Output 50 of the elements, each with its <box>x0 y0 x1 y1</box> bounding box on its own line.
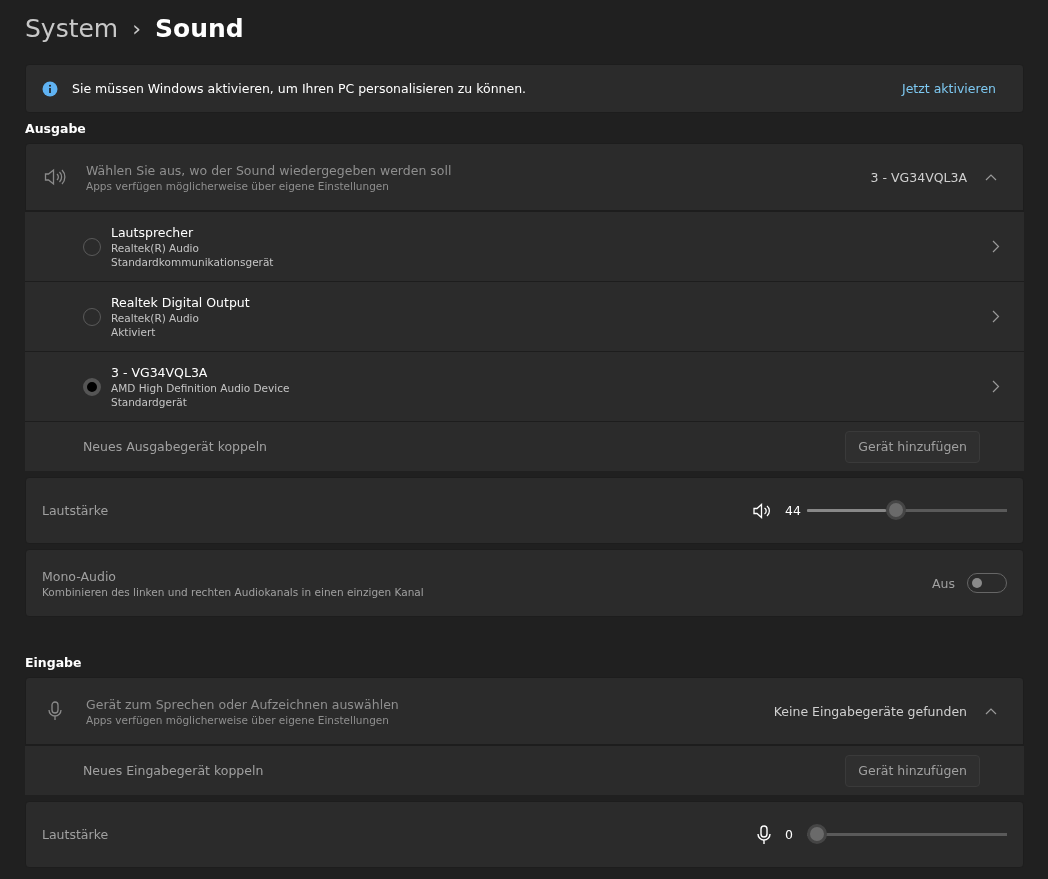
device-status: Aktiviert <box>111 326 157 338</box>
chevron-right-icon <box>992 380 1000 393</box>
add-device-button[interactable]: Gerät hinzufügen <box>845 754 980 787</box>
device-driver: Realtek(R) Audio <box>111 242 200 254</box>
selector-subtitle: Apps verfügen möglicherweise über eigene Einstellungen <box>86 179 390 192</box>
device-name: Lautsprecher <box>111 225 195 240</box>
pair-label: Neues Eingabegerät koppeln <box>83 763 265 778</box>
radio-button[interactable] <box>83 377 101 396</box>
device-row[interactable]: Lautsprecher Realtek(R) Audio Standardkommunikationsgerät <box>25 211 1024 281</box>
device-driver: Realtek(R) Audio <box>111 312 200 324</box>
chevron-icon[interactable] <box>985 173 997 181</box>
activate-link[interactable]: Jetzt aktivieren <box>901 81 996 96</box>
banner-message: Sie müssen Windows aktivieren, um Ihren PC personalisieren zu können. <box>72 81 528 96</box>
pair-label: Neues Ausgabegerät koppeln <box>83 439 269 454</box>
selector-title: Gerät zum Sprechen oder Aufzeichnen auswählen <box>86 696 400 712</box>
toggle-state: Aus <box>932 575 955 591</box>
volume-reading: 0 <box>785 827 794 842</box>
add-device-button[interactable]: Gerät hinzufügen <box>845 430 980 463</box>
chevron-icon[interactable] <box>985 707 997 715</box>
selector-title: Wählen Sie aus, wo der Sound wiedergegeben werden soll <box>86 162 453 178</box>
speaker-icon[interactable] <box>753 502 771 519</box>
device-status: Standardgerät <box>111 396 188 408</box>
section-heading: Eingabe <box>25 653 83 672</box>
volume-reading: 44 <box>785 503 801 518</box>
chevron-right-icon <box>992 240 1000 253</box>
microphone-icon[interactable] <box>757 824 771 845</box>
slider-thumb[interactable] <box>886 500 907 520</box>
selected-device: 3 - VG34VQL3A <box>870 169 967 185</box>
info-icon <box>42 80 58 97</box>
device-status: Standardkommunikationsgerät <box>111 256 275 268</box>
mono-title: Mono-Audio <box>42 568 117 584</box>
slider-thumb[interactable] <box>807 824 827 844</box>
breadcrumb-separator: › <box>132 15 142 41</box>
volume-label: Lautstärke <box>42 827 110 842</box>
device-name: Realtek Digital Output <box>111 295 251 310</box>
breadcrumb-parent[interactable]: System <box>25 13 119 43</box>
device-driver: AMD High Definition Audio Device <box>111 382 291 394</box>
speaker-icon <box>44 168 66 186</box>
page-title: Sound <box>155 13 244 43</box>
device-name: 3 - VG34VQL3A <box>111 365 209 380</box>
chevron-right-icon <box>992 310 1000 323</box>
device-selector[interactable]: Gerät zum Sprechen oder Aufzeichnen auswählen Apps verfügen möglicherweise über eigene Einstellungen Keine Eingabegeräte gefunden <box>25 677 1024 745</box>
selected-device: Keine Eingabegeräte gefunden <box>773 703 967 719</box>
selector-subtitle: Apps verfügen möglicherweise über eigene Einstellungen <box>86 713 390 726</box>
device-row[interactable]: 3 - VG34VQL3A AMD High Definition Audio Device Standardgerät <box>25 351 1024 421</box>
device-selector[interactable]: Wählen Sie aus, wo der Sound wiedergegeben werden soll Apps verfügen möglicherweise über eigene Einstellungen 3 - VG34VQL3A <box>25 143 1024 211</box>
volume-label: Lautstärke <box>42 503 110 518</box>
device-row[interactable]: Realtek Digital Output Realtek(R) Audio Aktiviert <box>25 281 1024 351</box>
mono-subtitle: Kombinieren des linken und rechten Audiokanals in einen einzigen Kanal <box>42 585 425 598</box>
section-heading: Ausgabe <box>25 119 87 138</box>
